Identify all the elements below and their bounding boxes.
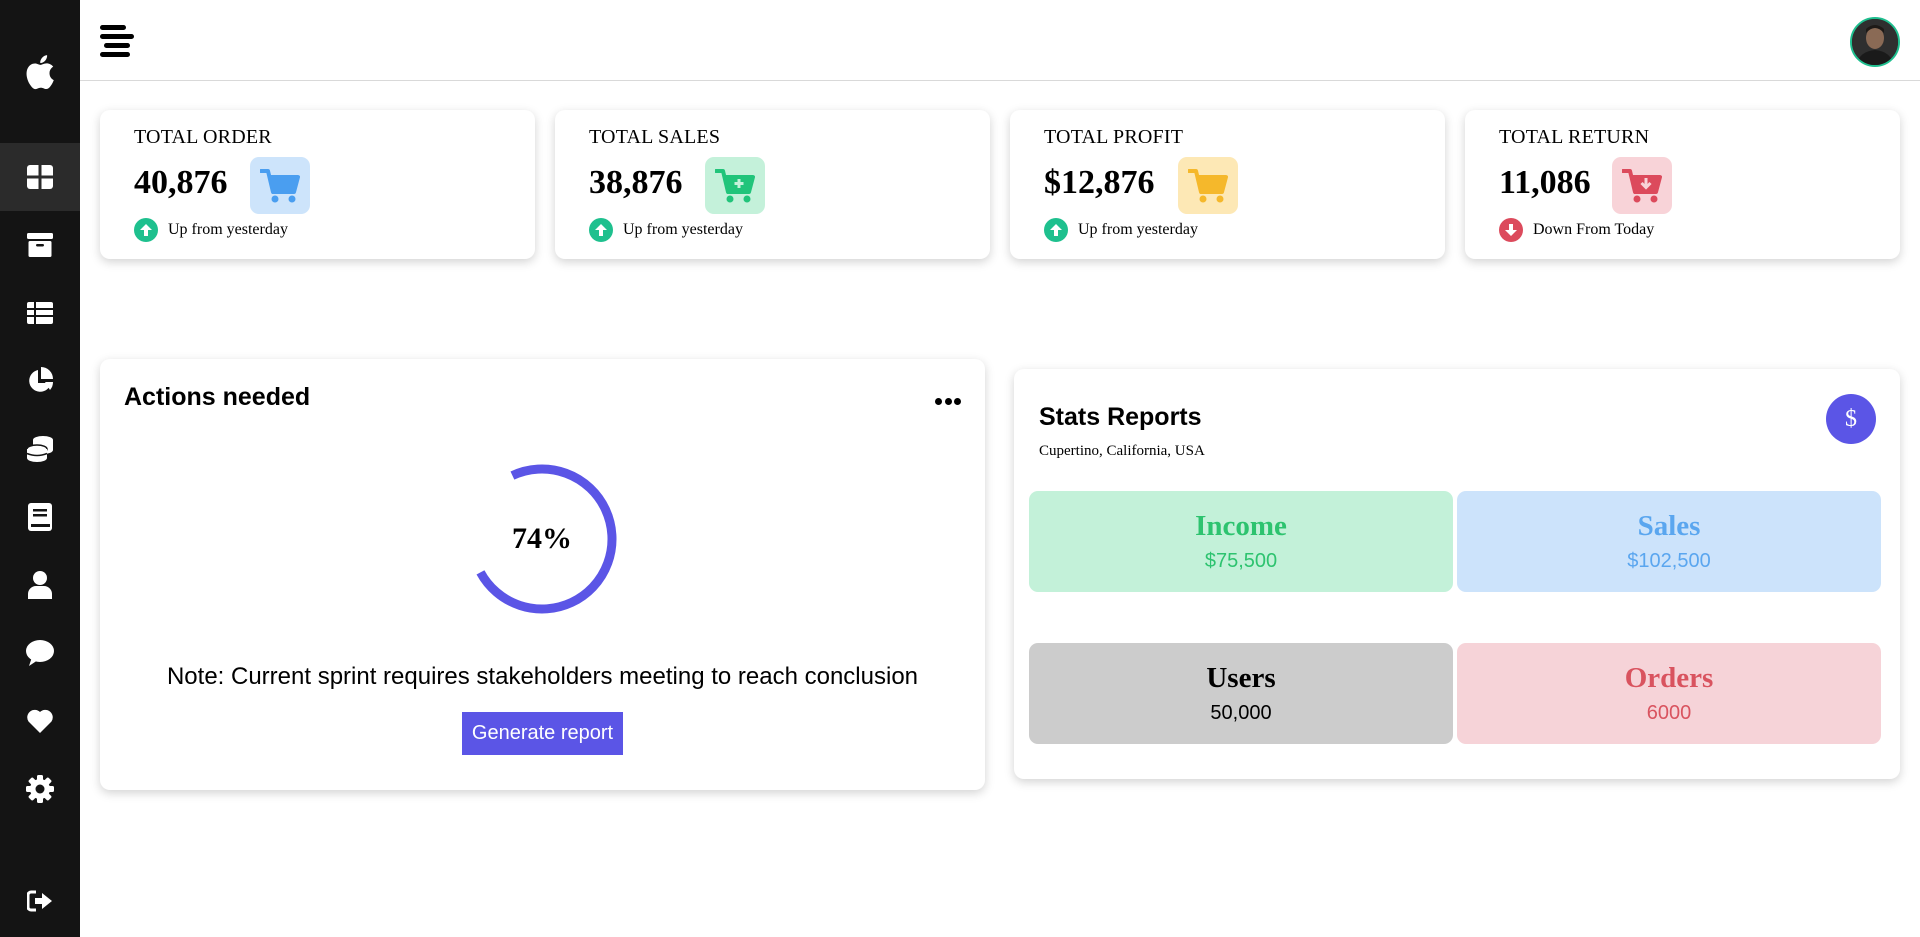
sidebar-item-chat[interactable] (0, 619, 80, 687)
archive-box-icon (27, 233, 53, 257)
stat-title: TOTAL RETURN (1499, 126, 1650, 148)
gear-icon (26, 775, 54, 803)
tile-value: $102,500 (1627, 550, 1711, 572)
tile-value: 6000 (1646, 702, 1692, 724)
sales-tile: Sales $102,500 (1457, 491, 1881, 592)
users-tile: Users 50,000 (1029, 643, 1453, 744)
tile-label: Orders (1624, 662, 1714, 694)
note-text: Note: Current sprint requires stakeholde… (166, 663, 919, 690)
stat-card-total-order: TOTAL ORDER 40,876 Up from yesterday (100, 110, 535, 259)
sign-out-icon[interactable] (0, 867, 80, 935)
progress-ring: 74% (462, 459, 622, 619)
sidebar-item-archive[interactable] (0, 211, 80, 279)
arrow-down-circle-icon (1499, 218, 1523, 242)
trend-text: Up from yesterday (168, 221, 288, 238)
user-avatar[interactable] (1850, 17, 1900, 67)
cart-plus-icon (705, 157, 765, 214)
sidebar-item-user[interactable] (0, 551, 80, 619)
stat-title: TOTAL ORDER (134, 126, 272, 148)
tile-label: Income (1195, 510, 1287, 542)
stat-title: TOTAL PROFIT (1044, 126, 1184, 148)
stat-card-total-sales: TOTAL SALES 38,876 Up from yesterday (555, 110, 990, 259)
trend-text: Up from yesterday (623, 221, 743, 238)
stat-card-total-return: TOTAL RETURN 11,086 Down From Today (1465, 110, 1900, 259)
arrow-up-circle-icon (1044, 218, 1068, 242)
shopping-cart-icon (250, 157, 310, 214)
trend-row: Down From Today (1499, 218, 1654, 242)
orders-tile: Orders 6000 (1457, 643, 1881, 744)
stat-value: 38,876 (589, 164, 683, 201)
sidebar-item-coins[interactable] (0, 415, 80, 483)
topbar (80, 0, 1920, 81)
actions-needed-card: Actions needed 74% Note: Current sprint … (100, 359, 985, 790)
tile-value: $75,500 (1204, 550, 1278, 572)
dollar-icon[interactable]: $ (1826, 394, 1876, 444)
trend-row: Up from yesterday (589, 218, 743, 242)
cart-arrow-down-icon (1612, 157, 1672, 214)
arrow-up-circle-icon (589, 218, 613, 242)
trend-text: Up from yesterday (1078, 221, 1198, 238)
income-tile: Income $75,500 (1029, 491, 1453, 592)
coins-icon (26, 436, 53, 462)
chat-bubble-icon (26, 640, 54, 666)
card-title: Stats Reports (1039, 403, 1202, 431)
avatar-image (1852, 19, 1898, 65)
user-icon (28, 571, 52, 599)
sidebar (0, 0, 80, 937)
trend-text: Down From Today (1533, 221, 1655, 238)
book-icon (28, 503, 52, 531)
stat-card-total-profit: TOTAL PROFIT $12,876 Up from yesterday (1010, 110, 1445, 259)
trend-row: Up from yesterday (134, 218, 288, 242)
shopping-cart-icon (1178, 157, 1238, 214)
sidebar-item-table[interactable] (0, 279, 80, 347)
stat-title: TOTAL SALES (589, 126, 721, 148)
sidebar-item-book[interactable] (0, 483, 80, 551)
more-options-icon[interactable] (935, 397, 961, 407)
sidebar-item-dashboard[interactable] (0, 143, 80, 211)
arrow-up-circle-icon (134, 218, 158, 242)
grid-icon (27, 165, 53, 189)
trend-row: Up from yesterday (1044, 218, 1198, 242)
tile-label: Sales (1637, 510, 1701, 542)
stat-value: 11,086 (1499, 164, 1591, 201)
stats-reports-card: Stats Reports Cupertino, California, USA… (1014, 369, 1900, 779)
card-title: Actions needed (124, 383, 311, 411)
sidebar-item-favorites[interactable] (0, 687, 80, 755)
tile-value: 50,000 (1210, 702, 1272, 724)
heart-icon (27, 709, 53, 733)
pie-chart-icon (29, 367, 54, 392)
tile-label: Users (1206, 662, 1276, 694)
sidebar-item-chart[interactable] (0, 347, 80, 415)
card-subtitle: Cupertino, California, USA (1039, 443, 1205, 459)
progress-percent: 74% (512, 522, 572, 555)
sign-out-arrow-icon (27, 890, 52, 912)
table-list-icon (27, 302, 53, 324)
hamburger-menu-icon[interactable] (100, 25, 134, 57)
generate-report-button[interactable]: Generate report (462, 712, 623, 755)
stat-value: $12,876 (1044, 164, 1155, 201)
apple-icon[interactable] (0, 44, 80, 100)
sidebar-item-settings[interactable] (0, 755, 80, 823)
stat-value: 40,876 (134, 164, 228, 201)
